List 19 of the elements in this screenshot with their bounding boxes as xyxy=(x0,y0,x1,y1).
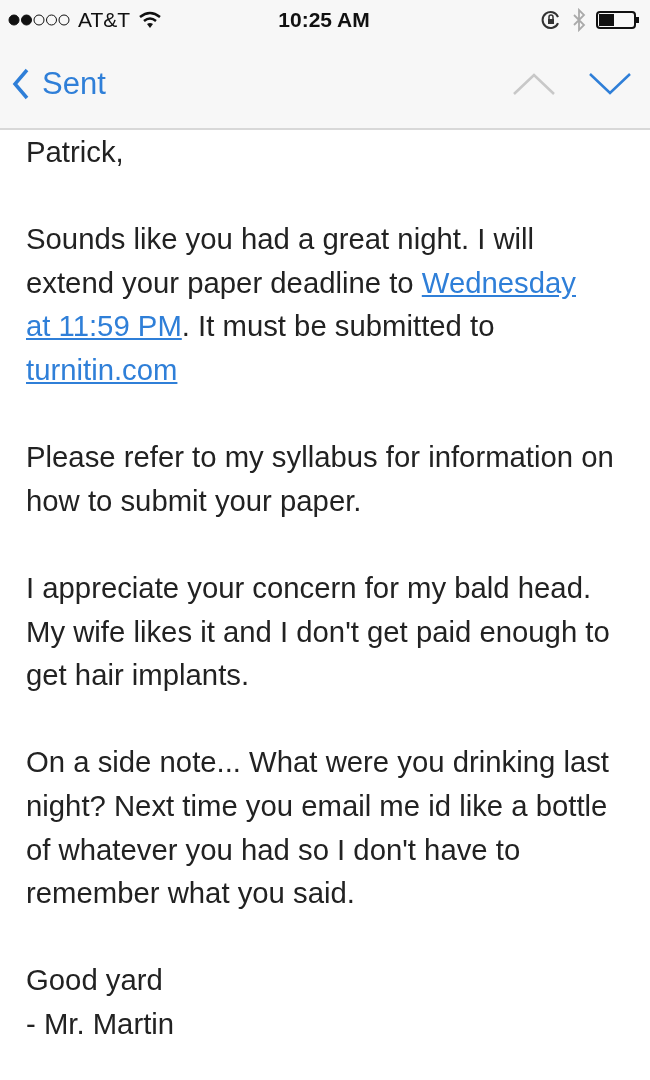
rotation-lock-icon xyxy=(540,9,562,31)
link[interactable]: at 11:59 PM xyxy=(26,309,182,343)
message-paragraph: Good yard xyxy=(26,962,164,999)
chevron-left-icon xyxy=(12,68,30,100)
battery-icon xyxy=(596,10,640,30)
clock-time: 10:25 AM xyxy=(278,8,370,32)
message-paragraph: On a side note... What were you drinking last night? Next time you email me id like a bottle of whatever you had so I don't have to remember what you said. xyxy=(26,744,610,912)
message-paragraph: I appreciate your concern for my bald head. My wife likes it and I don't get paid enough to get hair implants. xyxy=(26,569,611,694)
carrier-name: AT&T xyxy=(78,8,131,32)
message-paragraph: - Mr. Martin xyxy=(26,1005,176,1042)
back-button[interactable]: Sent xyxy=(12,66,106,102)
message-paragraph: Please refer to my syllabus for information on how to submit your paper. xyxy=(26,439,615,519)
message-paragraph: Sounds like you had a great night. I will extend your paper deadline to Wednesday at 11:59 PM. It must be submitted to turnitin.com xyxy=(26,221,577,388)
bluetooth-icon xyxy=(572,8,586,32)
link[interactable]: turnitin.com xyxy=(26,352,178,386)
wifi-icon xyxy=(138,11,163,29)
link[interactable]: Wednesday xyxy=(421,265,576,299)
message-paragraph: Patrick, xyxy=(26,134,125,170)
signal-icon xyxy=(8,14,70,26)
